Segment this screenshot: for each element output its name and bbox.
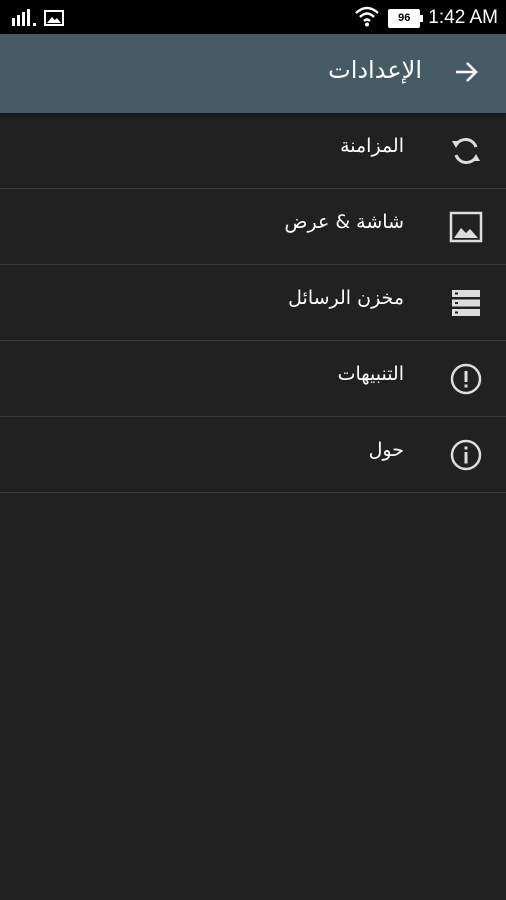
settings-item-label: شاشة & عرض bbox=[284, 211, 404, 233]
sync-icon bbox=[448, 133, 484, 169]
back-button[interactable] bbox=[446, 54, 486, 94]
image-icon bbox=[448, 209, 484, 245]
status-time: 1:42 AM bbox=[428, 7, 498, 28]
signal-icon bbox=[12, 8, 38, 30]
status-bar: 96 1:42 AM bbox=[0, 0, 506, 34]
settings-item-label: حول bbox=[368, 439, 404, 461]
page-title: الإعدادات bbox=[328, 56, 422, 84]
settings-item-sync[interactable]: المزامنة bbox=[0, 113, 506, 189]
settings-item-label: التنبيهات bbox=[337, 363, 404, 385]
arrow-back-icon bbox=[453, 59, 479, 89]
storage-icon bbox=[448, 285, 484, 321]
settings-list: المزامنة شاشة & عرض مخزن الرسائل التنبيه… bbox=[0, 113, 506, 493]
image-notification-icon bbox=[44, 10, 64, 30]
status-left bbox=[12, 8, 64, 30]
settings-item-label: مخزن الرسائل bbox=[288, 287, 404, 309]
app-bar: الإعدادات bbox=[0, 34, 506, 113]
status-right: 96 1:42 AM bbox=[354, 5, 498, 31]
wifi-icon bbox=[354, 5, 380, 31]
settings-item-about[interactable]: حول bbox=[0, 417, 506, 493]
settings-item-label: المزامنة bbox=[340, 135, 404, 157]
settings-item-display[interactable]: شاشة & عرض bbox=[0, 189, 506, 265]
settings-item-notifications[interactable]: التنبيهات bbox=[0, 341, 506, 417]
settings-item-message-storage[interactable]: مخزن الرسائل bbox=[0, 265, 506, 341]
alert-icon bbox=[448, 361, 484, 397]
info-icon bbox=[448, 437, 484, 473]
battery-icon: 96 bbox=[388, 8, 424, 28]
